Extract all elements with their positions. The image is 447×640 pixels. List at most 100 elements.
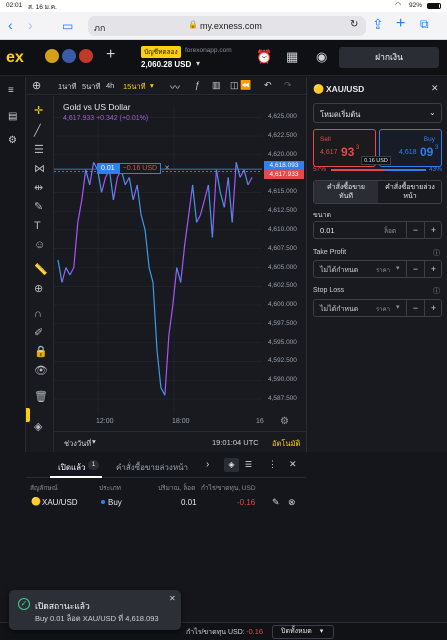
close-position-icon[interactable]: ⊗	[288, 497, 296, 508]
chevron-down-icon[interactable]: ▾	[396, 303, 400, 311]
tp-minus-button[interactable]: −	[406, 261, 424, 277]
apps-icon[interactable]: ▦	[286, 49, 298, 65]
redo-icon[interactable]: ↷	[284, 80, 292, 91]
tab-market-order[interactable]: คำสั่งซื้อขายทันที	[314, 181, 378, 203]
pattern-icon[interactable]: ⋈	[34, 164, 45, 175]
line-chart-icon[interactable]: 〰	[170, 79, 180, 94]
deposit-button[interactable]: ฝากเงิน	[339, 47, 439, 68]
chevron-down-icon[interactable]: ▾	[92, 437, 96, 446]
balance[interactable]: 2,060.28 USD	[141, 60, 191, 69]
lock-drawings-icon[interactable]: 🔒	[34, 347, 48, 358]
toast-body: Buy 0.01 ล็อต XAU/USD ที่ 4,618.093	[35, 614, 159, 623]
close-icon[interactable]: ✕	[289, 459, 297, 470]
x-tick: 12:00	[96, 418, 114, 425]
date-range-button[interactable]: ช่วงวันที่	[64, 438, 91, 450]
row-symbol: XAU/USD	[42, 498, 78, 507]
tab-pending-orders[interactable]: คำสั่งซื้อขายล่วงหน้า	[116, 461, 188, 474]
ruler-range-icon[interactable]: ⇹	[34, 183, 43, 194]
close-position-icon[interactable]: ✕	[161, 163, 173, 174]
auto-scale-button[interactable]: อัตโนมัติ	[272, 438, 300, 450]
panel-handle[interactable]	[26, 408, 30, 422]
timeframe-15m[interactable]: 15นาที	[123, 81, 146, 93]
sell-price-sup: 3	[356, 145, 360, 151]
y-tick: 4,607.500	[268, 244, 297, 252]
order-mode-select[interactable]: โหมดเริ่มต้น ⌄	[313, 103, 442, 123]
url-text: my.exness.com	[200, 21, 262, 31]
sl-plus-button[interactable]: +	[424, 300, 442, 316]
hide-drawings-icon[interactable]: 👁	[34, 366, 48, 377]
chart-settings-icon[interactable]: ⚙	[280, 416, 289, 427]
trendline-icon[interactable]: ╱	[34, 126, 41, 137]
close-all-button[interactable]: ปิดทั้งหมด ▾	[272, 625, 334, 639]
measure-icon[interactable]: 📏	[34, 265, 48, 276]
text-tool-icon[interactable]: T	[34, 221, 41, 232]
chevron-down-icon[interactable]: ▾	[396, 264, 400, 272]
favorite-instrument-icon[interactable]	[45, 49, 59, 63]
undo-icon[interactable]: ↶	[264, 80, 272, 91]
more-icon[interactable]: ⋮	[268, 459, 277, 470]
volume-minus-button[interactable]: −	[406, 222, 424, 238]
font-size-button[interactable]: ภก	[94, 21, 105, 35]
tab-pending-order[interactable]: คำสั่งซื้อขายล่วงหน้า	[378, 181, 442, 203]
position-tag[interactable]: 0.01 −0.16 USD ✕	[97, 163, 173, 175]
reload-icon[interactable]: ↻	[350, 19, 358, 30]
brush-icon[interactable]: ✎	[34, 202, 43, 213]
info-icon[interactable]: ⓘ	[433, 286, 440, 296]
volume-field[interactable]: 0.01 ล็อต − +	[313, 221, 442, 239]
wifi-icon: ◠	[395, 2, 402, 9]
chevron-down-icon[interactable]: ▾	[150, 81, 154, 90]
lock-icon: 🔒	[188, 20, 198, 29]
layers-icon[interactable]: ◈	[34, 422, 42, 433]
share-icon[interactable]: ⇪	[372, 16, 384, 33]
calendar-icon[interactable]: ▤	[8, 111, 17, 122]
url-bar[interactable]: ภก 🔒 my.exness.com ↻	[88, 16, 366, 36]
close-icon[interactable]: ✕	[169, 594, 176, 603]
layers-icon[interactable]: ◈	[224, 458, 239, 472]
new-tab-icon[interactable]: +	[396, 15, 405, 33]
timeframe-1m[interactable]: 1นาที	[58, 81, 76, 93]
fib-icon[interactable]: ☰	[34, 145, 44, 156]
chevron-right-icon[interactable]: ›	[206, 459, 209, 470]
price-chart[interactable]: Gold vs US Dollar 4,617.933 +0.342 (+0.0…	[54, 96, 306, 431]
tp-plus-button[interactable]: +	[424, 261, 442, 277]
volume-plus-button[interactable]: +	[424, 222, 442, 238]
zoom-in-icon[interactable]: ⊕	[34, 284, 43, 295]
forward-icon[interactable]: ›	[28, 17, 33, 33]
replay-icon[interactable]: ⏪	[240, 80, 251, 91]
tabs-icon[interactable]: ⧉	[420, 17, 429, 32]
position-pl: −0.16 USD	[118, 163, 162, 175]
menu-icon[interactable]: ≡	[8, 85, 14, 96]
tab-open-positions[interactable]: เปิดแล้ว	[58, 461, 86, 474]
trash-icon[interactable]: 🗑	[34, 392, 48, 403]
stop-loss-field[interactable]: ไม่ได้กำหนด ราคา ▾ − +	[313, 299, 442, 317]
sl-minus-button[interactable]: −	[406, 300, 424, 316]
magnet-icon[interactable]: ∩	[34, 309, 42, 320]
stay-drawing-icon[interactable]: ✐	[34, 328, 43, 339]
settings-icon[interactable]: ⚙	[8, 135, 17, 146]
take-profit-field[interactable]: ไม่ได้กำหนด ราคา ▾ − +	[313, 260, 442, 278]
stack-icon[interactable]: ☰	[241, 458, 256, 472]
profile-icon[interactable]: ◉	[316, 49, 327, 65]
status-time: 02:01	[6, 2, 23, 9]
gold-icon: 🟡	[31, 497, 41, 506]
emoji-icon[interactable]: ☺	[34, 240, 45, 251]
layout-icon[interactable]: ▥	[212, 80, 221, 91]
edit-icon[interactable]: ✎	[272, 497, 280, 508]
add-instrument-icon[interactable]: +	[106, 46, 115, 64]
indicators-icon[interactable]: ƒ	[195, 80, 200, 90]
book-icon[interactable]: ▭	[62, 19, 73, 33]
favorite-instrument-icon[interactable]	[62, 49, 76, 63]
compare-icon[interactable]: ◫	[230, 80, 239, 91]
info-icon[interactable]: ⓘ	[433, 248, 440, 258]
timeframe-4h[interactable]: 4h	[106, 81, 114, 90]
table-row[interactable]: 🟡 XAU/USD Buy 0.01 -0.16 ✎ ⊗	[26, 492, 447, 512]
crosshair-icon[interactable]: ✛	[34, 106, 43, 117]
alarm-icon[interactable]: ⏰	[256, 49, 272, 65]
timeframe-5m[interactable]: 5นาที	[82, 81, 100, 93]
chevron-down-icon[interactable]: ▾	[196, 59, 200, 68]
close-all-label: ปิดทั้งหมด	[281, 628, 312, 635]
favorite-instrument-icon[interactable]	[79, 49, 93, 63]
back-icon[interactable]: ‹	[8, 17, 13, 33]
add-indicator-icon[interactable]: ⊕	[32, 79, 41, 92]
close-icon[interactable]: ✕	[431, 83, 439, 94]
